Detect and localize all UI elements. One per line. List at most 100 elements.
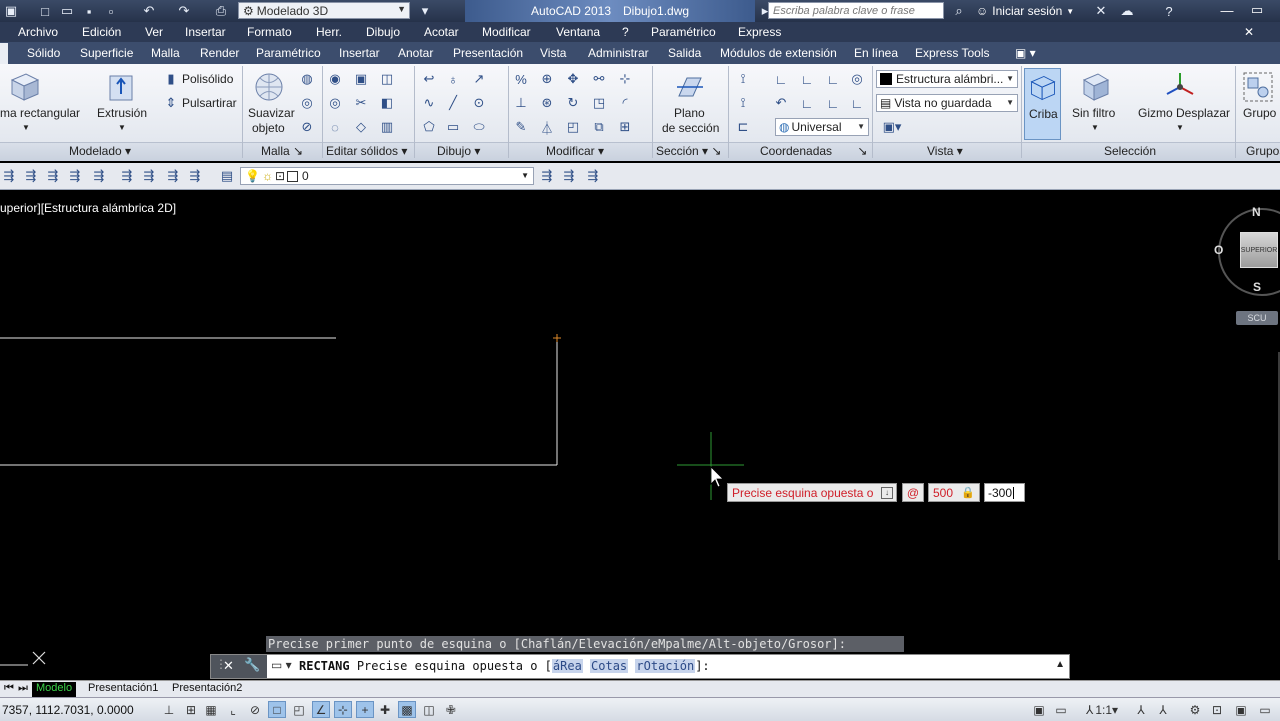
help-icon[interactable]: ? <box>1160 2 1178 20</box>
3d-array-icon[interactable]: ⊹ <box>616 70 634 88</box>
infer-constraints-icon[interactable]: ⊥ <box>160 701 178 718</box>
filter-icon[interactable] <box>1078 70 1112 104</box>
object-snap-tracking-icon[interactable]: ∠ <box>312 701 330 718</box>
open-file-icon[interactable]: ▭ <box>58 2 76 20</box>
workspace-dropdown[interactable]: ⚙ Modelado 3D ▼ <box>238 2 410 19</box>
line-icon[interactable]: ↩ <box>420 70 438 88</box>
menu-close-icon[interactable]: ✕ <box>1244 25 1254 39</box>
chevron-down-icon[interactable]: ▼ <box>1091 120 1099 135</box>
group-label[interactable]: Grupo <box>1243 106 1276 121</box>
mesh-icon[interactable]: ◍ <box>298 70 316 88</box>
compass-north[interactable]: N <box>1252 205 1261 219</box>
offset-icon[interactable]: ◳ <box>590 94 608 112</box>
tab-anotar[interactable]: Anotar <box>398 46 433 60</box>
command-input[interactable]: RECTANG Precise esquina opuesta o [áRea … <box>299 659 710 673</box>
chevron-down-icon[interactable]: ▼ <box>118 120 126 135</box>
tab-vista[interactable]: Vista <box>540 46 566 60</box>
workspace-switch-icon[interactable]: ⚙ <box>1186 701 1204 718</box>
redo-icon[interactable]: ↷ <box>175 2 193 20</box>
layer-properties-icon[interactable]: ▤ <box>218 167 236 185</box>
dynamic-input-x-field[interactable]: 500 🔒 <box>928 483 980 502</box>
box-icon[interactable] <box>8 70 42 104</box>
panel-label-editar-solidos[interactable]: Editar sólidos ▾ <box>326 144 407 160</box>
polysolid-icon[interactable]: ▮ <box>162 70 180 88</box>
close-icon[interactable]: ✕ <box>223 658 234 674</box>
layer-match-icon[interactable]: ⇶ <box>538 167 556 185</box>
fillet-icon[interactable]: ◜ <box>616 94 634 112</box>
box-label[interactable]: ma rectangular <box>0 106 80 121</box>
menu-edicion[interactable]: Edición <box>82 25 121 39</box>
toolbar-customize-icon[interactable]: ▾ <box>416 2 434 20</box>
layer-tool-icon[interactable]: ⇶ <box>164 167 182 185</box>
tab-nav-last-icon[interactable]: ⏭ <box>14 682 32 697</box>
3d-line-icon[interactable]: ╱ <box>444 94 462 112</box>
layer-tool-icon[interactable]: ⇶ <box>66 167 84 185</box>
subtract-icon[interactable]: ◎ <box>326 94 344 112</box>
rectangle-icon[interactable]: ▭ <box>444 118 462 136</box>
layer-tool-icon[interactable]: ⇶ <box>90 167 108 185</box>
visual-style-dropdown[interactable]: Estructura alámbri... ▼ <box>876 70 1018 88</box>
union-icon[interactable]: ◉ <box>326 70 344 88</box>
align-icon[interactable]: ⊥ <box>512 94 530 112</box>
tab-express-tools[interactable]: Express Tools <box>915 46 989 60</box>
command-line[interactable]: ⋮ ✕ 🔧 ▭ ▾ RECTANG Precise esquina opuest… <box>210 654 1070 679</box>
mesh-primitive-icon[interactable]: ◎ <box>298 94 316 112</box>
layer-state-icon[interactable]: ⇶ <box>584 167 602 185</box>
menu-modificar[interactable]: Modificar <box>482 25 531 39</box>
binoculars-icon[interactable]: ⌕ <box>950 2 968 20</box>
panel-label-seleccion[interactable]: Selección <box>1104 144 1156 160</box>
annotation-visibility-icon[interactable]: ⅄ <box>1132 701 1150 718</box>
ucs-menu-button[interactable]: SCU <box>1236 311 1278 325</box>
menu-acotar[interactable]: Acotar <box>424 25 459 39</box>
tab-salida[interactable]: Salida <box>668 46 701 60</box>
menu-express[interactable]: Express <box>738 25 781 39</box>
tab-modulos[interactable]: Módulos de extensión <box>720 46 837 60</box>
ucs-3point-icon[interactable]: ∟ <box>824 94 842 112</box>
autodesk-360-icon[interactable]: ☁ <box>1118 2 1136 20</box>
layer-tool-icon[interactable]: ⇶ <box>186 167 204 185</box>
lineweight-icon[interactable]: ✚ <box>376 701 394 718</box>
option-rotacion[interactable]: rOtación <box>635 659 696 673</box>
tab-presentacion[interactable]: Presentación <box>453 46 523 60</box>
culling-button[interactable]: Criba <box>1024 68 1061 140</box>
annotation-scale-dropdown[interactable]: ⅄ 1:1 ▾ <box>1086 701 1130 718</box>
tab-solido[interactable]: Sólido <box>27 46 60 60</box>
presspull-icon[interactable]: ⇕ <box>162 94 180 112</box>
option-cotas[interactable]: Cotas <box>590 659 629 673</box>
tab-render[interactable]: Render <box>200 46 239 60</box>
tab-presentacion2[interactable]: Presentación2 <box>168 682 246 697</box>
tab-superficie[interactable]: Superficie <box>80 46 133 60</box>
minimize-button[interactable]: — <box>1214 0 1240 20</box>
layer-tool-icon[interactable]: ⇶ <box>44 167 62 185</box>
tab-inicio-partial[interactable] <box>0 43 8 64</box>
stretch-icon[interactable]: ◰ <box>564 118 582 136</box>
command-prompt-icon[interactable]: ▭ ▾ <box>271 658 292 672</box>
grid-display-icon[interactable]: ▦ <box>202 701 220 718</box>
ortho-mode-icon[interactable]: ⌞ <box>224 701 242 718</box>
extrude-faces-icon[interactable]: ◫ <box>378 70 396 88</box>
coordinates-readout[interactable]: 7357, 1112.7031, 0.0000 <box>2 703 134 717</box>
wrench-icon[interactable]: 🔧 <box>244 657 260 673</box>
menu-parametrico[interactable]: Paramétrico <box>651 25 716 39</box>
selection-cycling-icon[interactable]: ✙ <box>442 701 460 718</box>
rotate-icon[interactable]: ↻ <box>564 94 582 112</box>
3d-move-icon[interactable]: ✥ <box>564 70 582 88</box>
menu-ventana[interactable]: Ventana <box>556 25 600 39</box>
layer-tool-icon[interactable]: ⇶ <box>22 167 40 185</box>
layer-dropdown[interactable]: 💡 ☼ ⊡ 0 ▼ <box>240 167 534 185</box>
spline-icon[interactable]: ∿ <box>420 94 438 112</box>
save-as-icon[interactable]: ▫ <box>102 2 120 20</box>
trim-icon[interactable]: ⏃ <box>538 118 556 136</box>
extrude-icon[interactable] <box>104 70 138 104</box>
option-area[interactable]: áRea <box>551 659 583 673</box>
helix-icon[interactable]: ♁ <box>444 70 462 88</box>
gizmo-label[interactable]: Gizmo Desplazar <box>1138 106 1230 121</box>
layer-tool-icon[interactable]: ⇶ <box>0 167 18 185</box>
tab-insertar[interactable]: Insertar <box>339 46 380 60</box>
thicken-icon[interactable]: ◇ <box>352 118 370 136</box>
ucs-x-icon[interactable]: ∟ <box>798 70 816 88</box>
object-snap-icon[interactable]: □ <box>268 701 286 718</box>
polygon-icon[interactable]: ⬠ <box>420 118 438 136</box>
menu-insertar[interactable]: Insertar <box>185 25 226 39</box>
dynamic-input-icon[interactable]: + <box>356 701 374 718</box>
